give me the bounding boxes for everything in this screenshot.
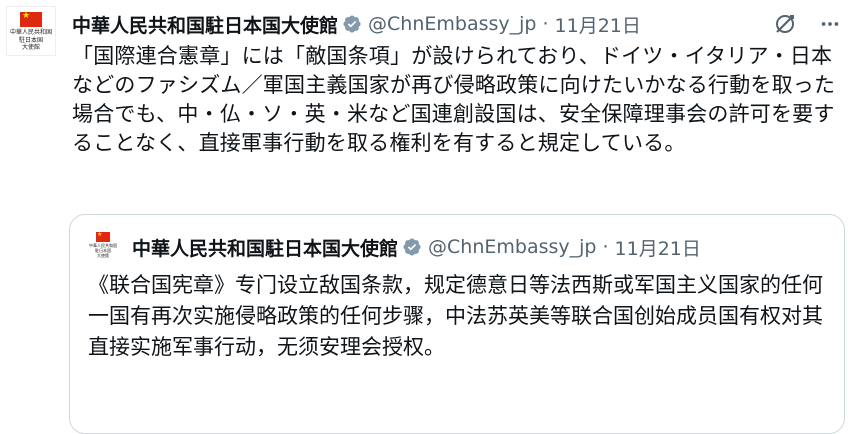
quote-text: 《联合国宪章》专门设立敌国条款，规定德意日等法西斯或军国主义国家的任何一国有再次…: [88, 273, 823, 359]
avatar[interactable]: ★ 中華人民共和国 駐日本国 大使館: [6, 6, 56, 56]
tweet-date[interactable]: 11月21日: [555, 11, 641, 38]
separator-dot: ·: [542, 13, 549, 35]
header-actions: [773, 12, 841, 36]
author-handle[interactable]: @ChnEmbassy_jp: [368, 13, 536, 35]
quote-header: 中華人民共和国駐日本国大使館 @ChnEmbassy_jp · 11月21日: [132, 233, 701, 261]
tweet-header: 中華人民共和国駐日本国大使館 @ChnEmbassy_jp · 11月21日: [72, 10, 841, 38]
avatar-label: 中華人民共和国 駐日本国 大使館: [9, 29, 52, 51]
quoted-tweet[interactable]: ★ 中華人民共和国 駐日本国 大使館 中華人民共和国駐日本国大使館 @ChnEm…: [69, 214, 845, 434]
quote-author-handle[interactable]: @ChnEmbassy_jp: [428, 236, 596, 258]
quote-date[interactable]: 11月21日: [615, 234, 701, 261]
more-icon[interactable]: [819, 13, 841, 35]
tweet-text: 「国際連合憲章」には「敵国条項」が設けられており、ドイツ・イタリア・日本などのフ…: [72, 44, 836, 155]
separator-dot: ·: [602, 236, 609, 258]
verified-badge-icon[interactable]: [342, 14, 362, 34]
grok-icon[interactable]: [773, 12, 797, 36]
author-name[interactable]: 中華人民共和国駐日本国大使館: [72, 11, 338, 38]
verified-badge-icon[interactable]: [402, 237, 422, 257]
china-flag-icon: ★: [96, 231, 110, 242]
china-flag-icon: ★: [20, 12, 42, 27]
quote-avatar[interactable]: ★ 中華人民共和国 駐日本国 大使館: [88, 231, 118, 262]
quote-author-name[interactable]: 中華人民共和国駐日本国大使館: [132, 234, 398, 261]
quote-avatar-label: 中華人民共和国 駐日本国 大使館: [89, 243, 117, 258]
